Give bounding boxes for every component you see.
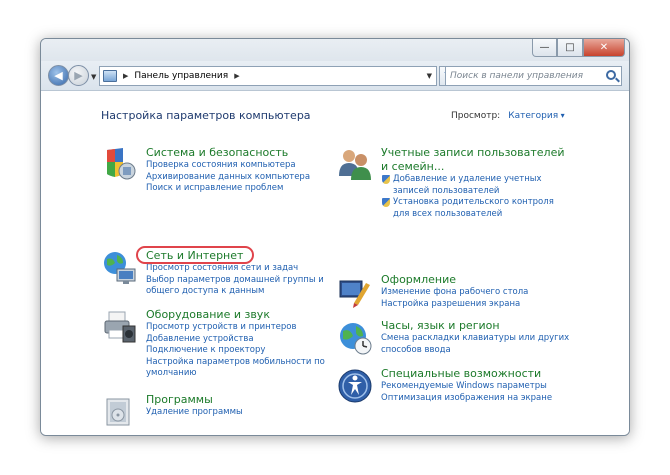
- category-text: Система и безопасность Проверка состояни…: [146, 146, 336, 195]
- control-panel-icon: [103, 70, 117, 82]
- maximize-button[interactable]: □: [557, 39, 583, 57]
- category-link[interactable]: Проверка состояния компьютера: [146, 160, 336, 172]
- forward-button[interactable]: ▶: [68, 65, 89, 86]
- printer-icon[interactable]: [101, 308, 139, 346]
- navigation-bar: ◀ ▶ ▼ ▶ Панель управления ▶ ▼ ↻: [41, 61, 629, 91]
- category-text: Программы Удаление программы: [146, 393, 336, 419]
- programs-box-icon[interactable]: [101, 393, 139, 431]
- category-link[interactable]: Добавление и удаление учетных записей по…: [381, 174, 571, 197]
- category-text: Часы, язык и регион Смена раскладки клав…: [381, 319, 571, 356]
- category-title[interactable]: Оформление: [381, 273, 571, 287]
- breadcrumb-control-panel[interactable]: Панель управления: [134, 71, 228, 81]
- minimize-button[interactable]: —: [532, 39, 557, 57]
- category-text: Специальные возможности Рекомендуемые Wi…: [381, 367, 571, 404]
- address-history-dropdown[interactable]: ▼: [427, 72, 432, 80]
- search-box[interactable]: [445, 66, 622, 86]
- category-link[interactable]: Удаление программы: [146, 407, 336, 419]
- category-link[interactable]: Установка родительского контроля для все…: [381, 197, 571, 220]
- category-title[interactable]: Система и безопасность: [146, 146, 336, 160]
- search-icon[interactable]: [606, 70, 616, 80]
- category-title[interactable]: Программы: [146, 393, 336, 407]
- shield-icon[interactable]: [101, 146, 139, 184]
- back-button[interactable]: ◀: [48, 65, 69, 86]
- category-link[interactable]: Просмотр состояния сети и задач: [146, 263, 336, 275]
- caption-buttons: — □ ✕: [532, 39, 625, 57]
- category-link[interactable]: Выбор параметров домашней группы и общег…: [146, 275, 336, 298]
- category-title[interactable]: Оборудование и звук: [146, 308, 336, 322]
- chevron-right-icon[interactable]: ▶: [234, 72, 239, 80]
- view-selector: Просмотр: Категория: [451, 111, 565, 121]
- chevron-right-icon[interactable]: ▶: [123, 72, 128, 80]
- arrow-left-icon: ◀: [54, 69, 63, 82]
- view-category-dropdown[interactable]: Категория: [508, 111, 564, 121]
- category-link[interactable]: Поиск и исправление проблем: [146, 183, 336, 195]
- content-area: Настройка параметров компьютера Просмотр…: [41, 91, 629, 435]
- view-label: Просмотр:: [451, 111, 501, 121]
- appearance-icon[interactable]: [336, 273, 374, 311]
- recent-pages-dropdown[interactable]: ▼: [91, 73, 96, 81]
- category-link[interactable]: Оптимизация изображения на экране: [381, 393, 571, 405]
- category-link[interactable]: Смена раскладки клавиатуры или других сп…: [381, 333, 571, 356]
- highlight-annotation: [136, 246, 254, 264]
- close-button[interactable]: ✕: [583, 39, 625, 57]
- category-link[interactable]: Подключение к проектору: [146, 345, 336, 357]
- category-link[interactable]: Добавление устройства: [146, 334, 336, 346]
- category-title[interactable]: Часы, язык и регион: [381, 319, 571, 333]
- network-globe-icon[interactable]: [101, 249, 139, 287]
- category-text: Оборудование и звук Просмотр устройств и…: [146, 308, 336, 380]
- page-title: Настройка параметров компьютера: [101, 109, 311, 122]
- address-bar[interactable]: ▶ Панель управления ▶ ▼: [99, 66, 437, 86]
- category-title[interactable]: Специальные возможности: [381, 367, 571, 381]
- search-input[interactable]: [446, 71, 596, 81]
- accessibility-icon[interactable]: [336, 367, 374, 405]
- category-link[interactable]: Изменение фона рабочего стола: [381, 287, 571, 299]
- category-link[interactable]: Просмотр устройств и принтеров: [146, 322, 336, 334]
- category-text: Учетные записи пользователей и семейн...…: [381, 146, 571, 220]
- arrow-right-icon: ▶: [74, 69, 83, 82]
- clock-globe-icon[interactable]: [336, 319, 374, 357]
- users-icon[interactable]: [336, 146, 374, 184]
- category-link[interactable]: Архивирование данных компьютера: [146, 172, 336, 184]
- category-link[interactable]: Рекомендуемые Windows параметры: [381, 381, 571, 393]
- category-text: Оформление Изменение фона рабочего стола…: [381, 273, 571, 310]
- category-title[interactable]: Учетные записи пользователей и семейн...: [381, 146, 571, 174]
- control-panel-window: — □ ✕ ◀ ▶ ▼ ▶ Панель управления ▶ ▼ ↻ На…: [40, 38, 630, 436]
- title-bar[interactable]: — □ ✕: [41, 39, 629, 61]
- category-link[interactable]: Настройка параметров мобильности по умол…: [146, 357, 336, 380]
- category-link[interactable]: Настройка разрешения экрана: [381, 299, 571, 311]
